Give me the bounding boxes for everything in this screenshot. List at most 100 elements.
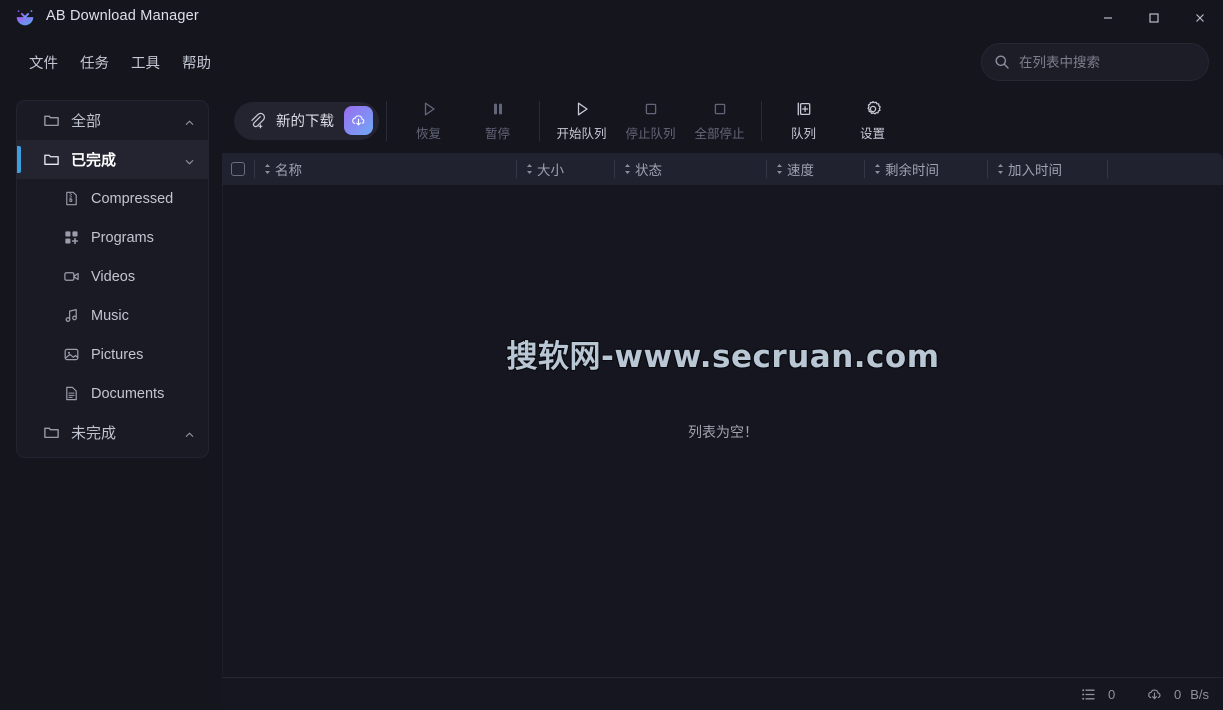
empty-list-message: 列表为空！ xyxy=(688,424,758,440)
select-all-checkbox[interactable] xyxy=(222,153,254,185)
sidebar-item-label: Pictures xyxy=(91,346,144,363)
apps-icon xyxy=(63,229,80,246)
list-icon xyxy=(1080,686,1097,703)
stop-icon xyxy=(641,99,661,119)
new-download-label: 新的下载 xyxy=(276,114,334,130)
cloud-download-icon xyxy=(1146,686,1163,703)
toolbar-pause-label: 暂停 xyxy=(484,127,510,141)
sidebar-item-label: 已完成 xyxy=(71,152,117,169)
chevron-up-icon[interactable] xyxy=(184,115,195,126)
search-icon xyxy=(994,54,1010,70)
download-speed-unit: B/s xyxy=(1190,686,1209,702)
add-queue-icon xyxy=(794,99,814,119)
app-window: AB Download Manager 文件 任务 工具 帮助 在列表中搜索 全… xyxy=(0,0,1223,710)
toolbar-settings[interactable]: 设置 xyxy=(838,94,907,148)
column-status[interactable]: 状态 xyxy=(614,153,766,185)
video-icon xyxy=(63,268,80,285)
column-remaining-time-label: 剩余时间 xyxy=(885,163,939,178)
sidebar-item-finished[interactable]: 已完成 xyxy=(17,140,208,179)
toolbar-stop-queue[interactable]: 停止队列 xyxy=(616,94,685,148)
menu-tools[interactable]: 工具 xyxy=(120,47,171,78)
sidebar-item-videos[interactable]: Videos xyxy=(17,257,208,296)
column-speed-label: 速度 xyxy=(787,163,814,178)
column-added-time-label: 加入时间 xyxy=(1008,163,1062,178)
toolbar-resume-label: 恢复 xyxy=(415,127,441,141)
title-bar: AB Download Manager xyxy=(0,0,1223,36)
close-button[interactable] xyxy=(1177,0,1223,36)
toolbar-divider xyxy=(386,100,387,141)
search-box[interactable] xyxy=(981,43,1209,81)
menu-tasks[interactable]: 任务 xyxy=(69,47,120,78)
sort-updown-icon xyxy=(263,163,272,175)
toolbar-stop-queue-label: 停止队列 xyxy=(625,127,676,141)
column-size-label: 大小 xyxy=(537,163,564,178)
pause-icon xyxy=(488,99,508,119)
menu-bar: 文件 任务 工具 帮助 xyxy=(0,44,222,80)
sort-updown-icon xyxy=(525,163,534,175)
toolbar-start-queue-label: 开始队列 xyxy=(556,127,607,141)
toolbar-resume[interactable]: 恢复 xyxy=(394,94,463,148)
toolbar-start-queue[interactable]: 开始队列 xyxy=(547,94,616,148)
column-name[interactable]: 名称 xyxy=(254,153,516,185)
window-title: AB Download Manager xyxy=(46,8,199,24)
document-icon xyxy=(63,385,80,402)
maximize-button[interactable] xyxy=(1131,0,1177,36)
sort-updown-icon xyxy=(775,163,784,175)
sidebar-item-label: Videos xyxy=(91,268,136,285)
app-logo-icon xyxy=(14,7,36,29)
toolbar-pause[interactable]: 暂停 xyxy=(463,94,532,148)
sidebar-item-documents[interactable]: Documents xyxy=(17,374,208,413)
sidebar-item-programs[interactable]: Programs xyxy=(17,218,208,257)
sidebar-item-all[interactable]: 全部 xyxy=(17,101,208,140)
toolbar-stop-all[interactable]: 全部停止 xyxy=(685,94,754,148)
column-remaining-time[interactable]: 剩余时间 xyxy=(864,153,987,185)
toolbar-stop-all-label: 全部停止 xyxy=(694,127,745,141)
download-speed-value: 0 xyxy=(1173,686,1182,702)
toolbar-divider xyxy=(761,100,762,141)
column-name-label: 名称 xyxy=(275,163,302,178)
sidebar-item-label: Programs xyxy=(91,229,154,246)
cloud-download-icon[interactable] xyxy=(344,106,373,135)
minimize-button[interactable] xyxy=(1085,0,1131,36)
sidebar-item-label: 未完成 xyxy=(71,425,117,442)
new-download-button[interactable]: 新的下载 xyxy=(234,101,379,140)
toolbar-queue-label: 队列 xyxy=(790,127,816,141)
list-body: 搜软网-www.secruan.com 列表为空！ xyxy=(222,185,1223,676)
toolbar-divider xyxy=(539,100,540,141)
column-speed[interactable]: 速度 xyxy=(766,153,864,185)
gear-icon xyxy=(863,99,883,119)
chevron-up-icon[interactable] xyxy=(184,427,195,438)
sidebar-item-label: Music xyxy=(91,307,129,324)
sidebar: 全部 已完成 Compressed Programs Videos Music … xyxy=(16,100,209,458)
window-controls xyxy=(1085,0,1223,36)
paperclip-plus-icon xyxy=(248,112,266,130)
image-icon xyxy=(63,346,80,363)
sidebar-item-pictures[interactable]: Pictures xyxy=(17,335,208,374)
folder-icon xyxy=(43,424,60,441)
main-panel: 新的下载 恢复 暂停 开始队列 停止队列 全部停止 队列 设置 名称 大小 状态… xyxy=(222,88,1223,676)
menu-file[interactable]: 文件 xyxy=(18,47,69,78)
sort-updown-icon xyxy=(996,163,1005,175)
column-added-time[interactable]: 加入时间 xyxy=(987,153,1107,185)
menu-help[interactable]: 帮助 xyxy=(171,47,222,78)
sidebar-item-label: Compressed xyxy=(91,190,174,207)
sidebar-item-unfinished[interactable]: 未完成 xyxy=(17,413,208,452)
play-icon xyxy=(572,99,592,119)
sidebar-item-label: Documents xyxy=(91,385,165,402)
column-size[interactable]: 大小 xyxy=(516,153,614,185)
toolbar-settings-label: 设置 xyxy=(859,127,885,141)
stop-icon xyxy=(710,99,730,119)
sidebar-item-music[interactable]: Music xyxy=(17,296,208,335)
search-input[interactable] xyxy=(1019,54,1196,70)
column-spacer xyxy=(1107,153,1223,185)
folder-icon xyxy=(43,112,60,129)
chevron-down-icon[interactable] xyxy=(184,154,195,165)
toolbar-queue[interactable]: 队列 xyxy=(769,94,838,148)
sidebar-item-compressed[interactable]: Compressed xyxy=(17,179,208,218)
folder-icon xyxy=(43,151,60,168)
download-count: 0 xyxy=(1107,686,1116,702)
archive-icon xyxy=(63,190,80,207)
toolbar: 新的下载 恢复 暂停 开始队列 停止队列 全部停止 队列 设置 xyxy=(222,88,1223,153)
download-list: 名称 大小 状态 速度 剩余时间 加入时间 搜软网-www.secruan.co… xyxy=(222,153,1223,676)
sort-updown-icon xyxy=(623,163,632,175)
